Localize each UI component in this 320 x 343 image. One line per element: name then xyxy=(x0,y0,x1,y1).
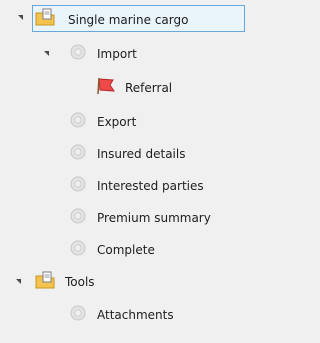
tree-item-single-marine-cargo[interactable]: Single marine cargo xyxy=(0,8,257,32)
tree-item-label: Complete xyxy=(97,243,155,257)
tree-item-label: Attachments xyxy=(97,308,174,322)
gear-icon xyxy=(70,240,86,256)
tree-item-referral[interactable]: Referral xyxy=(0,76,257,100)
tree-item-tools[interactable]: Tools xyxy=(0,270,257,294)
navigation-tree: Single marine cargo Import Referral Expo… xyxy=(0,0,257,343)
tree-item-complete[interactable]: Complete xyxy=(0,238,257,262)
gear-icon xyxy=(70,44,86,60)
tree-item-premium-summary[interactable]: Premium summary xyxy=(0,206,257,230)
tree-item-insured-details[interactable]: Insured details xyxy=(0,142,257,166)
tree-item-export[interactable]: Export xyxy=(0,110,257,134)
folder-document-icon xyxy=(35,8,55,26)
tree-item-label: Interested parties xyxy=(97,179,204,193)
tree-item-label: Referral xyxy=(125,81,173,95)
tree-item-label: Single marine cargo xyxy=(68,13,189,27)
tree-item-label: Import xyxy=(97,47,137,61)
gear-icon xyxy=(70,144,86,160)
gear-icon xyxy=(70,208,86,224)
tree-item-attachments[interactable]: Attachments xyxy=(0,303,257,327)
tree-item-interested-parties[interactable]: Interested parties xyxy=(0,174,257,198)
tree-item-label: Tools xyxy=(65,275,95,289)
tree-item-label: Premium summary xyxy=(97,211,211,225)
folder-document-icon xyxy=(35,271,55,289)
gear-icon xyxy=(70,305,86,321)
chevron-down-icon[interactable] xyxy=(44,51,49,56)
chevron-down-icon[interactable] xyxy=(18,15,23,20)
tree-item-label: Export xyxy=(97,115,137,129)
tree-item-import[interactable]: Import xyxy=(0,42,257,66)
chevron-down-icon[interactable] xyxy=(16,279,21,284)
gear-icon xyxy=(70,112,86,128)
red-flag-icon xyxy=(97,77,115,95)
gear-icon xyxy=(70,176,86,192)
tree-item-label: Insured details xyxy=(97,147,186,161)
